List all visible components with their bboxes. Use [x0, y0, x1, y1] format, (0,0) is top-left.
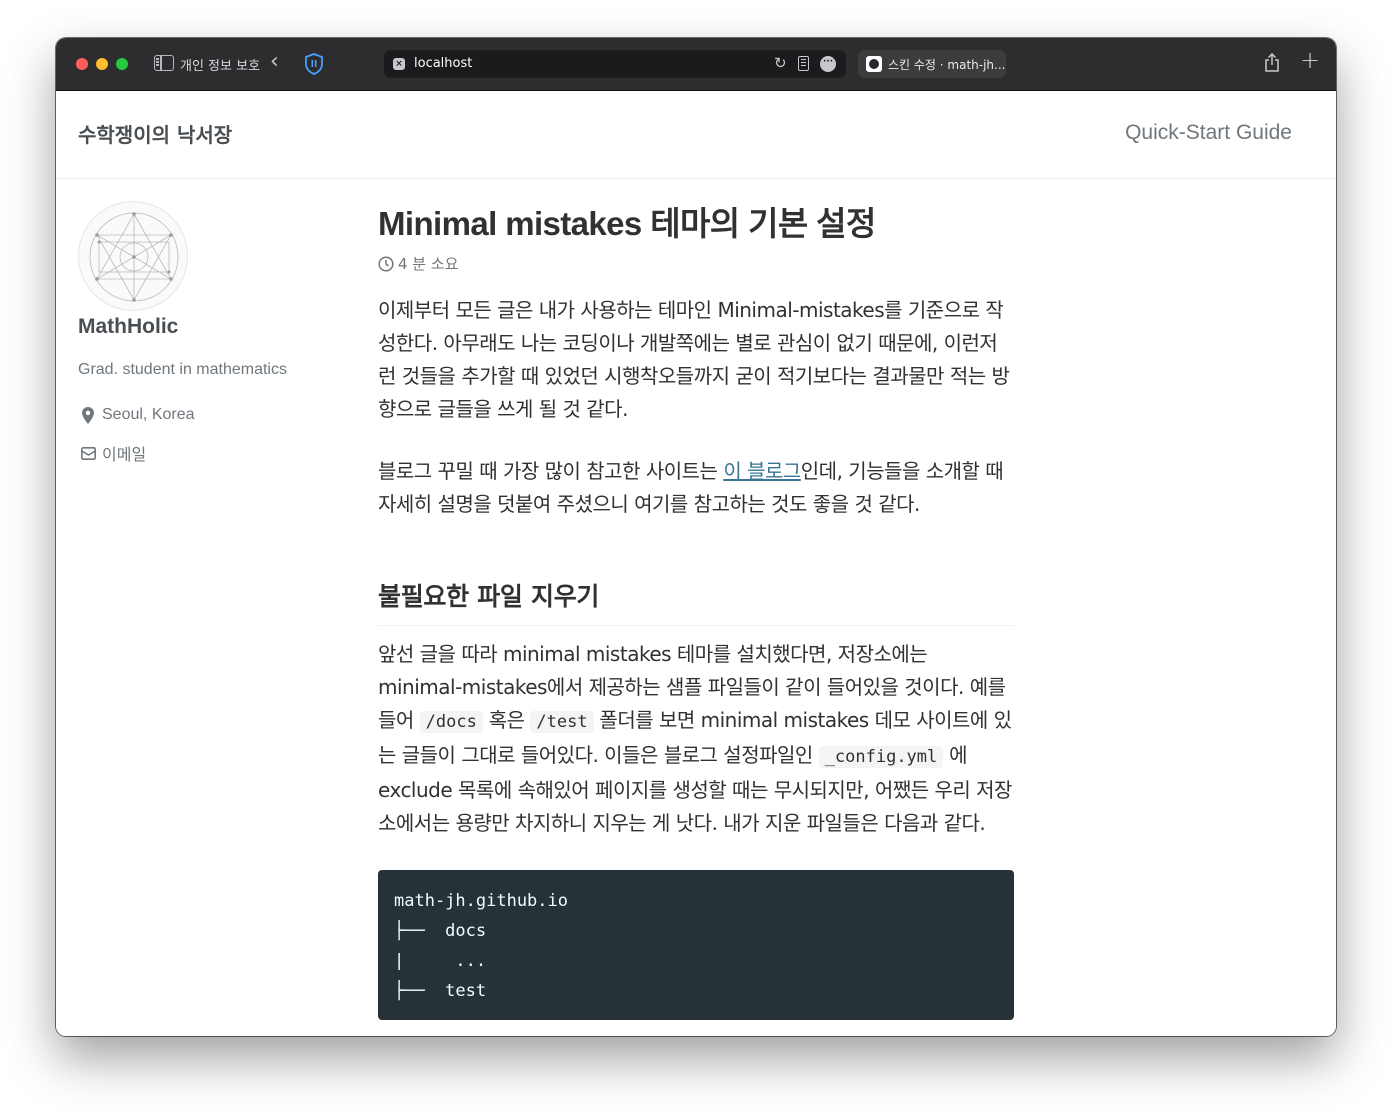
- site-title[interactable]: 수학쟁이의 낙서장: [78, 119, 232, 148]
- author-location-text: Seoul, Korea: [102, 406, 195, 423]
- article: Minimal mistakes 테마의 기본 설정 4 분 소요 이제부터 모…: [378, 197, 1014, 1020]
- masthead: 수학쟁이의 낙서장 Quick-Start Guide: [56, 91, 1336, 179]
- author-email[interactable]: 이메일: [78, 441, 146, 465]
- private-browsing-label: 개인 정보 보호: [180, 59, 261, 74]
- zoom-window-button[interactable]: [116, 58, 128, 70]
- author-name: MathHolic: [78, 315, 179, 338]
- code-block: math-jh.github.io ├── docs | ... ├── tes…: [378, 870, 1014, 1020]
- body-paragraph: 앞선 글을 따라 minimal mistakes 테마를 설치했다면, 저장소…: [378, 638, 1014, 840]
- author-avatar: [78, 201, 188, 311]
- share-icon[interactable]: [1264, 52, 1280, 77]
- more-options-icon[interactable]: ···: [820, 56, 836, 72]
- code-line: | ...: [394, 951, 487, 971]
- browser-toolbar: 개인 정보 보호 ‹ × localhost ↻ ··· 스킨 수정 · mat…: [56, 38, 1336, 91]
- address-bar[interactable]: × localhost ↻ ···: [384, 50, 846, 78]
- read-time-text: 4 분 소요: [398, 255, 459, 273]
- nav-quick-start-guide[interactable]: Quick-Start Guide: [1125, 121, 1292, 145]
- author-location: Seoul, Korea: [78, 406, 195, 424]
- back-arrow-icon[interactable]: ‹: [270, 51, 279, 73]
- envelope-icon: [78, 446, 98, 460]
- shield-extension-icon[interactable]: [304, 53, 324, 79]
- reload-icon[interactable]: ↻: [774, 54, 787, 72]
- close-window-button[interactable]: [76, 58, 88, 70]
- reference-paragraph: 블로그 꾸밀 때 가장 많이 참고한 사이트는 이 블로그인데, 기능들을 소개…: [378, 455, 1014, 521]
- browser-window: 개인 정보 보호 ‹ × localhost ↻ ··· 스킨 수정 · mat…: [56, 38, 1336, 1036]
- site-favicon-icon: ×: [393, 58, 405, 70]
- code-line: ├── test: [394, 981, 487, 1001]
- reference-blog-link[interactable]: 이 블로그: [723, 459, 801, 483]
- code-line: math-jh.github.io: [394, 891, 568, 911]
- post-title: Minimal mistakes 테마의 기본 설정: [378, 205, 876, 242]
- sidebar-toggle-icon[interactable]: [154, 55, 174, 71]
- tab-github[interactable]: 스킨 수정 · math-jh...: [858, 50, 1006, 78]
- clock-icon: [378, 255, 394, 272]
- code-line: ├── docs: [394, 921, 487, 941]
- intro-paragraph: 이제부터 모든 글은 내가 사용하는 테마인 Minimal-mistakes를…: [378, 298, 1010, 421]
- code-test: /test: [530, 711, 594, 733]
- web-page: 수학쟁이의 낙서장 Quick-Start Guide MathHolic Gr…: [56, 91, 1336, 1036]
- body-text-2: 혹은: [482, 708, 531, 732]
- reference-text-before: 블로그 꾸밀 때 가장 많이 참고한 사이트는: [378, 459, 724, 483]
- code-config: _config.yml: [818, 746, 944, 768]
- author-bio: Grad. student in mathematics: [78, 361, 287, 378]
- author-email-label[interactable]: 이메일: [102, 441, 146, 465]
- new-tab-icon[interactable]: +: [1300, 48, 1320, 72]
- reader-mode-icon[interactable]: [798, 56, 809, 71]
- url-text[interactable]: localhost: [414, 56, 472, 71]
- github-icon: [866, 56, 882, 72]
- section-title: 불필요한 파일 지우기: [378, 577, 1014, 626]
- tab-github-label: 스킨 수정 · math-jh...: [888, 58, 1006, 72]
- read-time: 4 분 소요: [378, 253, 1014, 274]
- code-docs: /docs: [419, 711, 483, 733]
- map-marker-icon: [78, 406, 98, 424]
- minimize-window-button[interactable]: [96, 58, 108, 70]
